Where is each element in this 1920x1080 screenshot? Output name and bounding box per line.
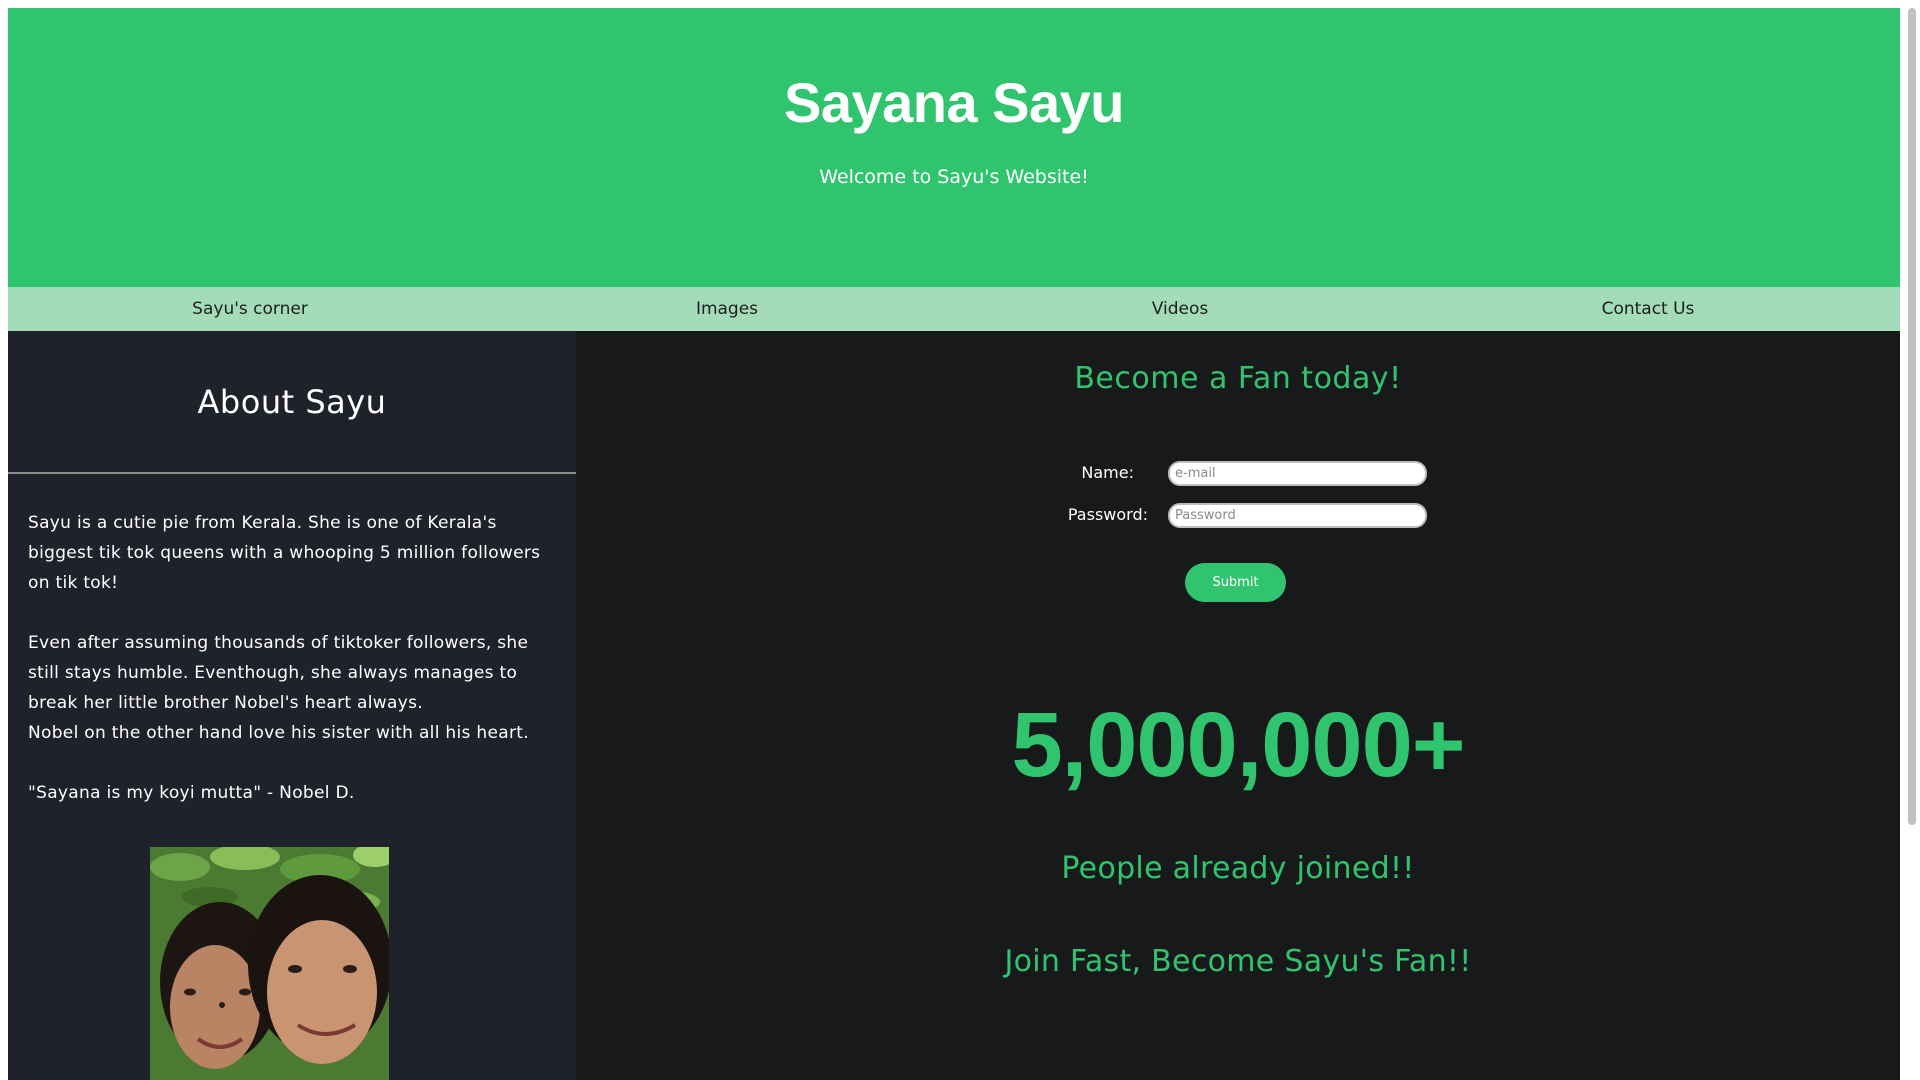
fan-count: 5,000,000+ <box>1011 694 1465 796</box>
about-sidebar: About Sayu Sayu is a cutie pie from Kera… <box>8 331 576 1080</box>
about-paragraph-2: Even after assuming thousands of tiktoke… <box>28 633 529 713</box>
submit-button[interactable]: Submit <box>1185 563 1286 602</box>
nav-item-sayus-corner[interactable]: Sayu's corner <box>192 287 308 331</box>
scrollbar-thumb[interactable] <box>1908 8 1916 825</box>
about-heading: About Sayu <box>197 383 387 421</box>
fan-signup-title: Become a Fan today! <box>1074 361 1402 396</box>
name-label: Name: <box>1081 463 1134 482</box>
site-title: Sayana Sayu <box>783 71 1125 134</box>
nobel-quote: "Sayana is my koyi mutta" - Nobel D. <box>28 783 355 803</box>
site-header: Sayana Sayu Welcome to Sayu's Website! <box>8 8 1900 287</box>
page-scrollbar[interactable] <box>1904 0 1920 1080</box>
page: Sayana Sayu Welcome to Sayu's Website! S… <box>8 8 1900 1080</box>
nav-item-contact-us[interactable]: Contact Us <box>1602 287 1695 331</box>
join-cta-text: Join Fast, Become Sayu's Fan!! <box>1004 944 1472 979</box>
nav-item-images[interactable]: Images <box>696 287 758 331</box>
sisters-photo <box>150 847 389 1080</box>
name-email-input[interactable] <box>1168 461 1427 486</box>
about-paragraph-1: Sayu is a cutie pie from Kerala. She is … <box>28 513 541 593</box>
sidebar-divider <box>8 472 576 474</box>
main-nav: Sayu's corner Images Videos Contact Us <box>8 287 1900 331</box>
password-label: Password: <box>1067 505 1148 524</box>
fan-signup-panel: Become a Fan today! Name: Password: Subm… <box>576 331 1900 1080</box>
about-paragraph-3: Nobel on the other hand love his sister … <box>28 723 529 743</box>
site-subtitle: Welcome to Sayu's Website! <box>819 166 1089 188</box>
nav-item-videos[interactable]: Videos <box>1152 287 1209 331</box>
password-input[interactable] <box>1168 503 1427 528</box>
joined-text: People already joined!! <box>1061 851 1415 886</box>
